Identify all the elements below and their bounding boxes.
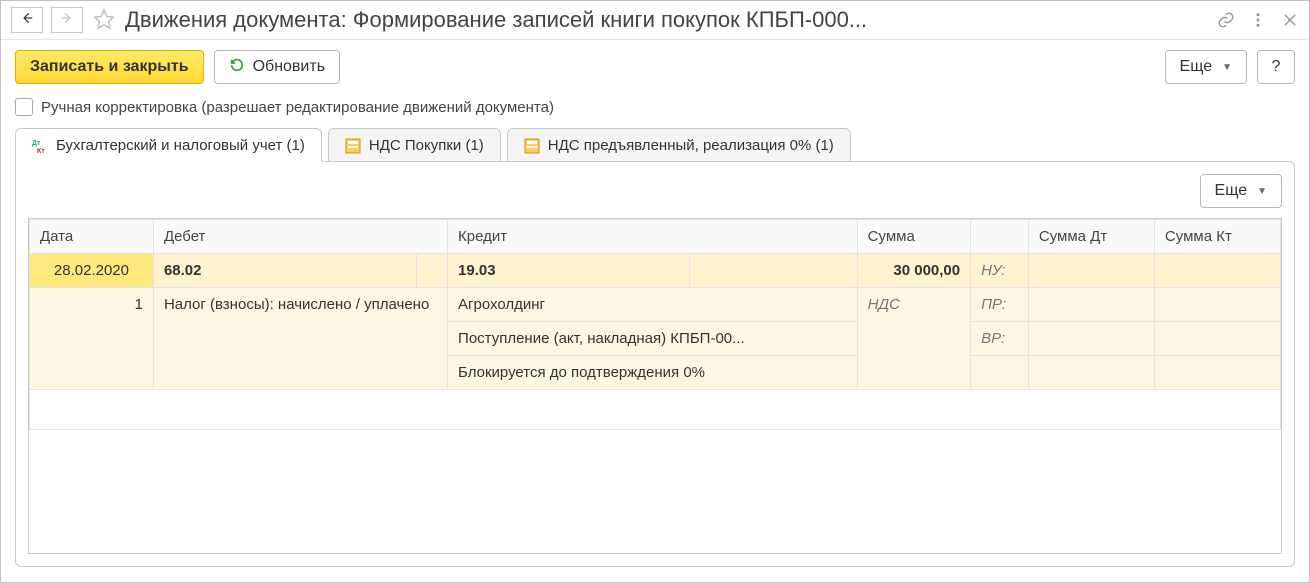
register-icon xyxy=(345,138,361,154)
register-icon xyxy=(524,138,540,154)
cell-sum-kt xyxy=(1154,322,1280,356)
refresh-label: Обновить xyxy=(253,58,325,76)
cell-sum-dt xyxy=(1028,288,1154,322)
tab-vat-purchases[interactable]: НДС Покупки (1) xyxy=(328,128,501,162)
svg-text:Кт: Кт xyxy=(37,148,45,154)
more-label: Еще xyxy=(1180,58,1213,76)
dtkt-icon: ДтКт xyxy=(32,138,48,154)
cell-sum-nds: НДС xyxy=(857,288,970,390)
cell-date: 28.02.2020 xyxy=(30,254,154,288)
tab-accounting[interactable]: ДтКт Бухгалтерский и налоговый учет (1) xyxy=(15,128,322,162)
window-title: Движения документа: Формирование записей… xyxy=(125,7,1209,33)
tab-vat-zero[interactable]: НДС предъявленный, реализация 0% (1) xyxy=(507,128,851,162)
refresh-icon xyxy=(229,57,245,78)
accounting-grid[interactable]: Дата Дебет Кредит Сумма Сумма Дт Сумма К… xyxy=(28,218,1282,554)
cell-credit-1: Агрохолдинг xyxy=(448,288,858,322)
save-close-button[interactable]: Записать и закрыть xyxy=(15,50,204,84)
help-label: ? xyxy=(1272,58,1281,76)
favorite-button[interactable] xyxy=(91,7,117,33)
tab-vat-zero-label: НДС предъявленный, реализация 0% (1) xyxy=(548,137,834,154)
back-button[interactable] xyxy=(11,7,43,33)
star-icon xyxy=(93,8,115,33)
cell-tag-vr: ВР: xyxy=(971,322,1029,356)
chevron-down-icon: ▼ xyxy=(1222,62,1232,73)
cell-sum-dt xyxy=(1028,356,1154,390)
cell-credit-acc: 19.03 xyxy=(448,254,690,288)
col-tag xyxy=(971,220,1029,254)
cell-line-no: 1 xyxy=(30,288,154,390)
tab-accounting-label: Бухгалтерский и налоговый учет (1) xyxy=(56,137,305,154)
chevron-down-icon: ▼ xyxy=(1257,186,1267,197)
cell-sum-kt xyxy=(1154,356,1280,390)
manual-correction-checkbox[interactable] xyxy=(15,98,33,116)
cell-debit-acc: 68.02 xyxy=(153,254,416,288)
cell-credit-3: Блокируется до подтверждения 0% xyxy=(448,356,858,390)
more-button[interactable]: Еще ▼ xyxy=(1165,50,1247,84)
forward-button[interactable] xyxy=(51,7,83,33)
help-button[interactable]: ? xyxy=(1257,50,1295,84)
cell-credit-2: Поступление (акт, накладная) КПБП-00... xyxy=(448,322,858,356)
table-row xyxy=(30,390,1281,430)
link-icon[interactable] xyxy=(1217,11,1235,29)
save-close-label: Записать и закрыть xyxy=(30,58,189,76)
cell-credit-ext xyxy=(689,254,857,288)
tab-vat-purchases-label: НДС Покупки (1) xyxy=(369,137,484,154)
refresh-button[interactable]: Обновить xyxy=(214,50,340,84)
cell-sum-kt xyxy=(1154,254,1280,288)
more-vert-icon[interactable] xyxy=(1249,11,1267,29)
table-row[interactable]: 28.02.2020 68.02 19.03 30 000,00 НУ: xyxy=(30,254,1281,288)
cell-sum-dt xyxy=(1028,254,1154,288)
cell-debit-desc: Налог (взносы): начислено / уплачено xyxy=(153,288,447,390)
cell-sum: 30 000,00 xyxy=(857,254,970,288)
cell-tag-empty xyxy=(971,356,1029,390)
col-credit[interactable]: Кредит xyxy=(448,220,858,254)
table-row[interactable]: 1 Налог (взносы): начислено / уплачено А… xyxy=(30,288,1281,322)
grid-more-label: Еще xyxy=(1215,182,1248,200)
col-date[interactable]: Дата xyxy=(30,220,154,254)
col-debit[interactable]: Дебет xyxy=(153,220,447,254)
close-icon[interactable] xyxy=(1281,11,1299,29)
svg-text:Дт: Дт xyxy=(32,140,41,147)
col-sum-kt[interactable]: Сумма Кт xyxy=(1154,220,1280,254)
arrow-right-icon xyxy=(60,11,74,30)
manual-correction-label: Ручная корректировка (разрешает редактир… xyxy=(41,99,554,116)
cell-sum-kt xyxy=(1154,288,1280,322)
arrow-left-icon xyxy=(20,11,34,30)
cell-sum-dt xyxy=(1028,322,1154,356)
cell-tag-pr: ПР: xyxy=(971,288,1029,322)
grid-more-button[interactable]: Еще ▼ xyxy=(1200,174,1282,208)
col-sum-dt[interactable]: Сумма Дт xyxy=(1028,220,1154,254)
cell-debit-ext xyxy=(416,254,448,288)
col-sum[interactable]: Сумма xyxy=(857,220,970,254)
cell-tag-nu: НУ: xyxy=(971,254,1029,288)
